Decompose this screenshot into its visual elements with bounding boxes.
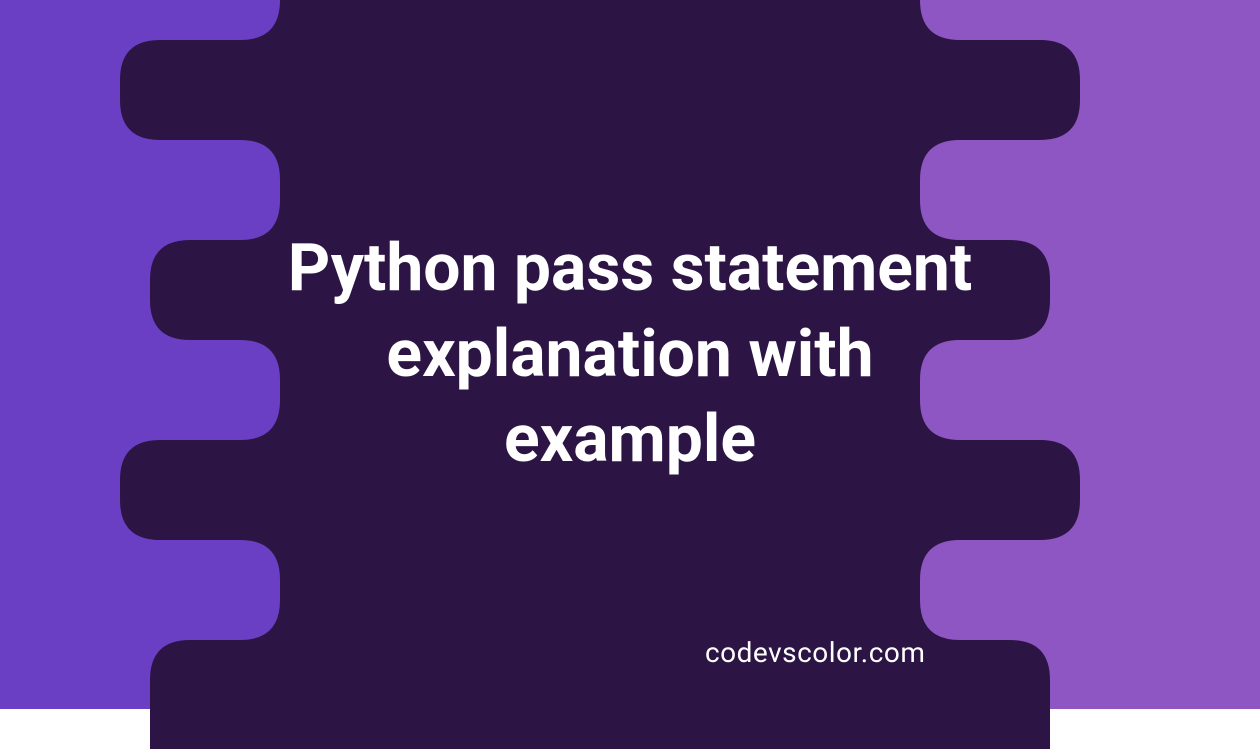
content-area: Python pass statement explanation with e… xyxy=(0,0,1260,709)
main-title: Python pass statement explanation with e… xyxy=(255,226,1005,483)
